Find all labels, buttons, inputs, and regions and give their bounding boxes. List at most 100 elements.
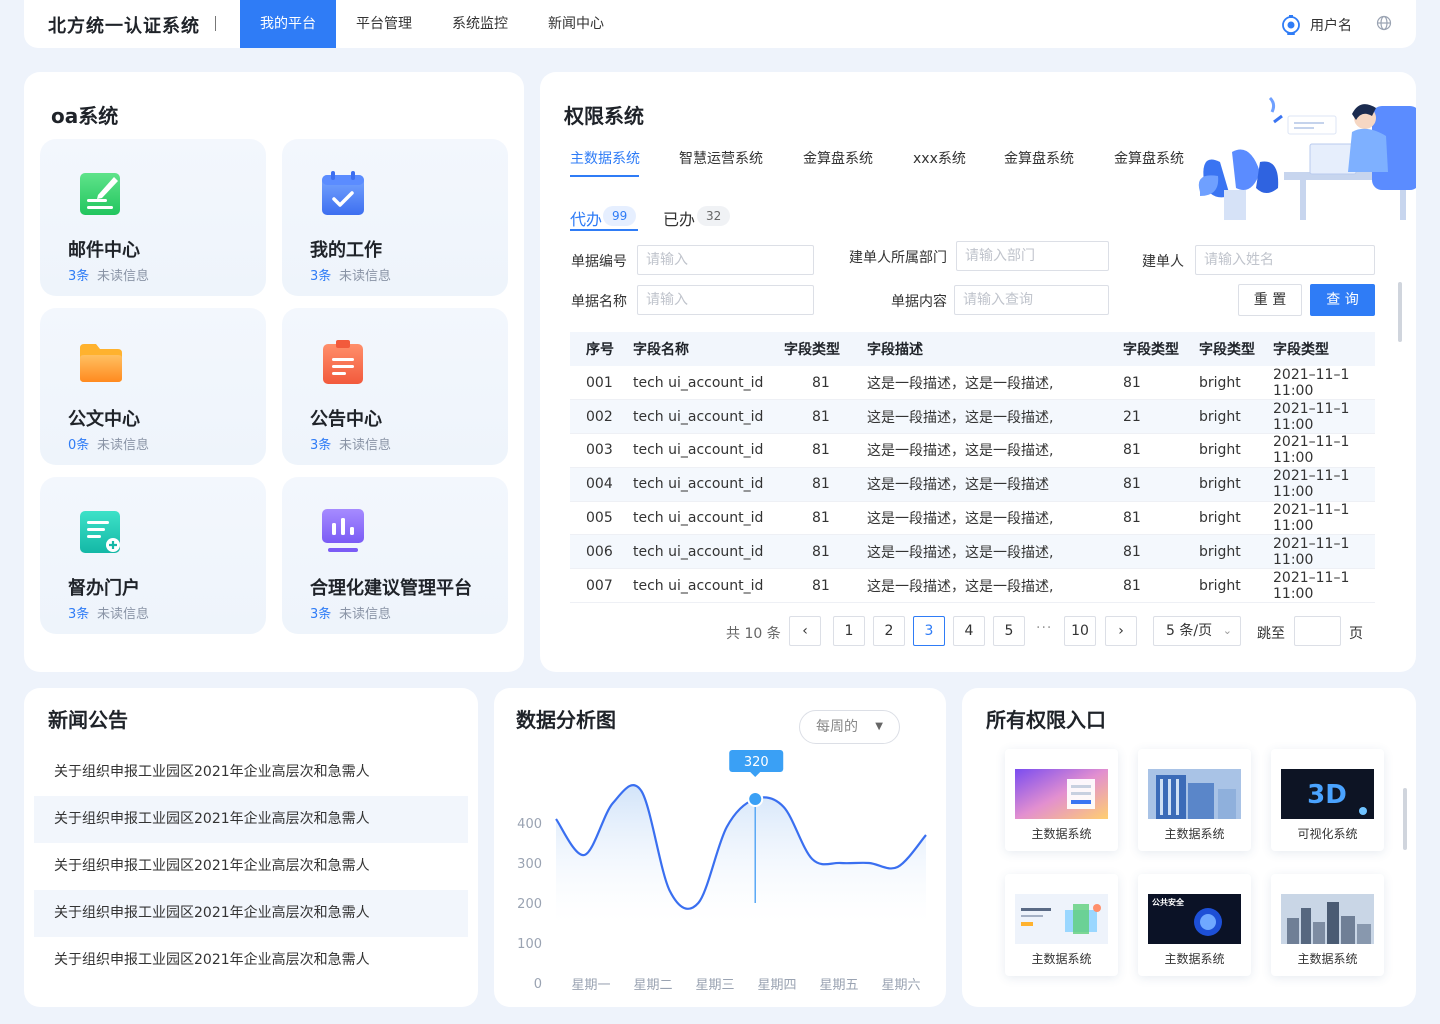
table-cell: 81: [784, 534, 867, 570]
dept-input[interactable]: [956, 241, 1109, 271]
doc-no-input[interactable]: [637, 245, 814, 275]
table-row[interactable]: 007 tech ui_account_id 81 这是一段描述，这是一段描述, 81 b…: [570, 568, 1375, 604]
filter-scrollbar[interactable]: [1398, 282, 1402, 342]
table-cell: bright: [1199, 534, 1273, 570]
x-tick-label: 星期一: [571, 978, 610, 993]
page-button-current[interactable]: 3: [913, 616, 945, 646]
column-header[interactable]: 字段类型: [1273, 332, 1375, 366]
table-cell: 这是一段描述，这是一段描述,: [867, 399, 1123, 435]
oa-tile-documents[interactable]: 公文中心 0条 未读信息: [40, 308, 266, 465]
table-row[interactable]: 002 tech ui_account_id 81 这是一段描述，这是一段描述, 21 b…: [570, 399, 1375, 435]
user-name[interactable]: 用户名: [1310, 15, 1352, 35]
table-cell: tech ui_account_id: [633, 399, 784, 435]
table-cell: 这是一段描述，这是一段描述,: [867, 501, 1123, 536]
column-header[interactable]: 字段名称: [633, 332, 784, 366]
globe-icon[interactable]: [1376, 15, 1392, 31]
doc-name-input[interactable]: [637, 285, 814, 315]
nav-platform-management[interactable]: 平台管理: [336, 0, 432, 48]
column-header[interactable]: 字段类型: [1123, 332, 1199, 366]
y-tick-label: 100: [517, 937, 542, 952]
entry-tile[interactable]: 主数据系统: [1271, 874, 1384, 976]
svg-text:公共安全: 公共安全: [1152, 897, 1185, 907]
column-header[interactable]: 字段类型: [1199, 332, 1273, 366]
tab-smart-ops[interactable]: 智慧运营系统: [679, 148, 763, 168]
news-item[interactable]: 关于组织申报工业园区2021年企业高层次和急需人: [34, 843, 468, 890]
table-row[interactable]: 006 tech ui_account_id 81 这是一段描述，这是一段描述, 81 b…: [570, 534, 1375, 570]
content-input[interactable]: [954, 285, 1109, 315]
table-cell: 2021–11–1 11:00: [1273, 568, 1375, 604]
entry-tile[interactable]: 公共安全 主数据系统: [1138, 874, 1251, 976]
page-button[interactable]: 1: [833, 616, 865, 646]
oa-tile-my-work[interactable]: 我的工作 3条 未读信息: [282, 139, 508, 296]
creator-input[interactable]: [1195, 245, 1375, 275]
table-cell: 21: [1123, 399, 1199, 435]
table-cell: 81: [1123, 568, 1199, 604]
y-tick-label: 200: [517, 897, 542, 912]
entry-label: 主数据系统: [1031, 952, 1092, 966]
table-cell: tech ui_account_id: [633, 534, 784, 570]
tile-unread-label: 未读信息: [97, 607, 150, 622]
table-cell: 81: [1123, 366, 1199, 401]
tile-count: 3条: [310, 269, 332, 284]
page-size-select[interactable]: 5 条/页 ⌄: [1153, 616, 1241, 646]
x-tick-label: 星期二: [633, 978, 672, 993]
query-button[interactable]: 查 询: [1310, 284, 1375, 316]
tab-jinsuanpan-2[interactable]: 金算盘系统: [1004, 148, 1074, 168]
entry-tile[interactable]: 主数据系统: [1005, 874, 1118, 976]
news-item[interactable]: 关于组织申报工业园区2021年企业高层次和急需人: [34, 749, 468, 796]
tab-master-data[interactable]: 主数据系统: [570, 148, 640, 168]
table-cell: bright: [1199, 433, 1273, 468]
oa-tile-announcements[interactable]: 公告中心 3条 未读信息: [282, 308, 508, 465]
news-item[interactable]: 关于组织申报工业园区2021年企业高层次和急需人: [34, 937, 468, 984]
news-item[interactable]: 关于组织申报工业园区2021年企业高层次和急需人: [34, 796, 468, 843]
oa-tile-suggestions[interactable]: 合理化建议管理平台 3条 未读信息: [282, 477, 508, 634]
table-cell: bright: [1199, 568, 1273, 604]
table-cell: 001: [570, 366, 633, 401]
next-page-button[interactable]: ›: [1105, 616, 1137, 646]
column-header[interactable]: 字段描述: [867, 332, 1123, 366]
nav-my-platform[interactable]: 我的平台: [240, 0, 336, 48]
table-cell: bright: [1199, 399, 1273, 435]
chevron-down-icon: ⌄: [1222, 624, 1232, 637]
table-cell: 004: [570, 467, 633, 502]
prev-page-button[interactable]: ‹: [789, 616, 821, 646]
area-chart: 0 100 200 300 400 星期一 星期二 星期三 星期四 星期五 星期六 320: [517, 750, 927, 993]
entries-scrollbar[interactable]: [1403, 788, 1407, 850]
tab-jinsuanpan-3[interactable]: 金算盘系统: [1114, 148, 1184, 168]
nav-system-monitor[interactable]: 系统监控: [432, 0, 528, 48]
table-row[interactable]: 005 tech ui_account_id 81 这是一段描述，这是一段描述, 81 b…: [570, 501, 1375, 536]
svg-text:3D: 3D: [1307, 780, 1347, 810]
page-button[interactable]: 4: [953, 616, 985, 646]
column-header[interactable]: 序号: [570, 332, 633, 366]
thumbnail-image: [1015, 894, 1108, 944]
jump-page-input[interactable]: [1294, 616, 1341, 646]
table-row[interactable]: 003 tech ui_account_id 81 这是一段描述，这是一段描述, 81 b…: [570, 433, 1375, 468]
user-avatar-icon[interactable]: [1280, 14, 1302, 36]
entry-tile[interactable]: 3D 可视化系统: [1271, 749, 1384, 851]
page-button-last[interactable]: 10: [1064, 616, 1096, 646]
news-item[interactable]: 关于组织申报工业园区2021年企业高层次和急需人: [34, 890, 468, 937]
table-cell: 2021–11–1 11:00: [1273, 433, 1375, 468]
reset-button[interactable]: 重 置: [1238, 284, 1302, 316]
entry-tile[interactable]: 主数据系统: [1138, 749, 1251, 851]
page-button[interactable]: 5: [993, 616, 1025, 646]
doc-name-label: 单据名称: [571, 294, 627, 310]
oa-tile-supervision[interactable]: 督办门户 3条 未读信息: [40, 477, 266, 634]
table-row[interactable]: 004 tech ui_account_id 81 这是一段描述，这是一段描述 81 br…: [570, 467, 1375, 502]
highlight-point[interactable]: [747, 791, 764, 807]
table-cell: bright: [1199, 467, 1273, 502]
tab-jinsuanpan-1[interactable]: 金算盘系统: [803, 148, 873, 168]
nav-news-center[interactable]: 新闻中心: [528, 0, 624, 48]
pagination-ellipsis[interactable]: ···: [1036, 620, 1052, 636]
done-tab[interactable]: 已办: [663, 206, 695, 230]
table-row[interactable]: 001 tech ui_account_id 81 这是一段描述，这是一段描述, 81 b…: [570, 366, 1375, 401]
dept-label: 建单人所属部门: [849, 250, 947, 266]
y-tick-label: 400: [517, 817, 542, 832]
page-button[interactable]: 2: [873, 616, 905, 646]
entry-tile[interactable]: 主数据系统: [1005, 749, 1118, 851]
column-header[interactable]: 字段类型: [784, 332, 867, 366]
todo-tab[interactable]: 代办: [570, 206, 602, 230]
oa-tile-email[interactable]: 邮件中心 3条 未读信息: [40, 139, 266, 296]
tab-xxx-system[interactable]: xxx系统: [913, 148, 966, 168]
tile-count: 3条: [310, 607, 332, 622]
